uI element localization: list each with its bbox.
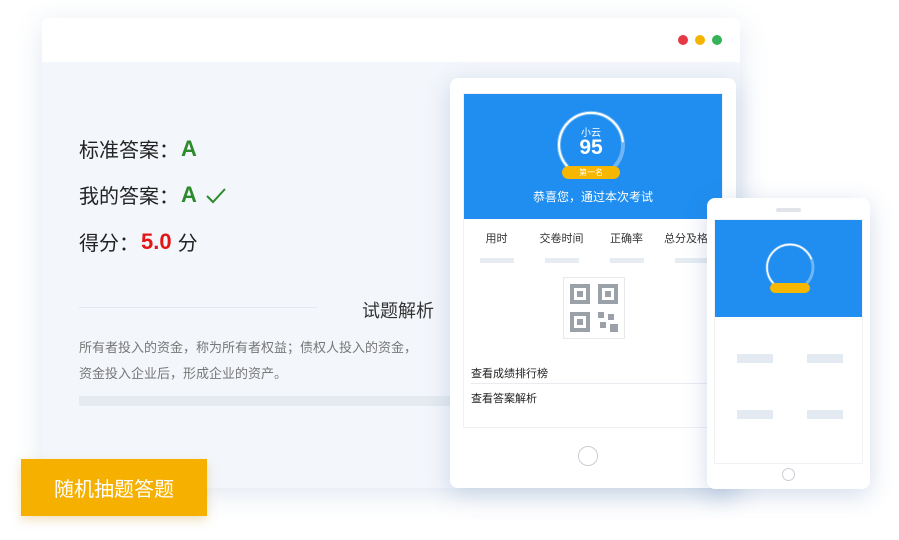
exam-score: 95 (579, 136, 603, 159)
analysis-text-line1: 所有者投入的资金，称为所有者权益；债权人投入的资金， (79, 341, 418, 356)
tablet-device: 小云 95 第一名 恭喜您，通过本次考试 用时 交卷时间 正确率 总分及格率 查… (450, 78, 736, 488)
phone-rank-badge (770, 283, 810, 293)
phone-placeholder (737, 354, 773, 363)
my-answer-value: A (181, 181, 197, 207)
random-quiz-button[interactable]: 随机抽题答题 (21, 459, 207, 516)
minimize-dot[interactable] (695, 35, 705, 45)
analysis-divider (79, 307, 317, 308)
analysis-text-line2: 资金投入企业后，形成企业的资产。 (79, 367, 288, 382)
stat-accuracy: 正确率 (594, 230, 659, 263)
my-answer-label: 我的答案： (79, 184, 179, 208)
analysis-title: 试题解析 (362, 301, 434, 322)
placeholder-bar (79, 396, 459, 406)
phone-placeholder (737, 410, 773, 419)
answer-analysis-link[interactable]: 查看答案解析 (471, 390, 719, 406)
qr-code-icon[interactable] (563, 277, 625, 339)
tablet-home-button[interactable] (578, 446, 598, 466)
score-row: 得分： 5.0 分 (79, 227, 198, 256)
score-unit: 分 (177, 231, 198, 255)
stat-submit-time: 交卷时间 (529, 230, 594, 263)
phone-screen (714, 219, 863, 464)
stats-row: 用时 交卷时间 正确率 总分及格率 (464, 230, 722, 263)
standard-answer-label: 标准答案： (79, 138, 179, 162)
ranking-link[interactable]: 查看成绩排行榜 (471, 365, 719, 381)
standard-answer-value: A (181, 135, 197, 161)
checkmark-icon (205, 186, 227, 204)
phone-placeholder (807, 354, 843, 363)
score-value: 5.0 (141, 228, 172, 254)
window-controls (678, 35, 722, 45)
score-label: 得分： (79, 231, 139, 255)
rank-badge: 第一名 (562, 166, 620, 179)
close-dot[interactable] (678, 35, 688, 45)
my-answer-row: 我的答案： A (79, 180, 227, 209)
tablet-screen: 小云 95 第一名 恭喜您，通过本次考试 用时 交卷时间 正确率 总分及格率 查… (463, 93, 723, 428)
maximize-dot[interactable] (712, 35, 722, 45)
congrats-text: 恭喜您，通过本次考试 (532, 190, 653, 204)
link-divider (471, 383, 717, 384)
phone-result-header (715, 220, 862, 317)
phone-placeholder (807, 410, 843, 419)
phone-speaker (776, 208, 801, 212)
phone-home-button[interactable] (782, 468, 795, 481)
phone-device (707, 198, 870, 489)
standard-answer-row: 标准答案： A (79, 134, 197, 163)
stat-time: 用时 (464, 230, 529, 263)
result-header: 小云 95 第一名 恭喜您，通过本次考试 (464, 94, 722, 219)
browser-title-bar (42, 18, 740, 62)
